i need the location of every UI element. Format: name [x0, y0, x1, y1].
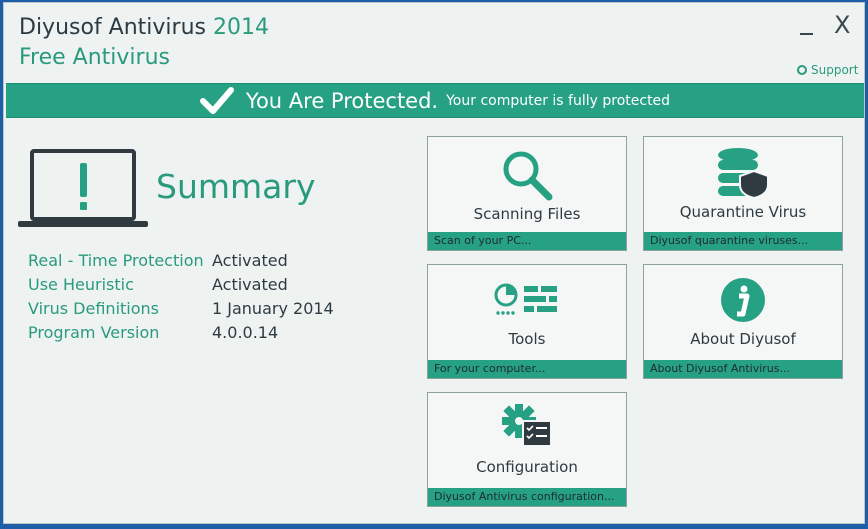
about-tile[interactable]: About Diyusof About Diyusof Antivirus... — [643, 264, 843, 379]
tile-footer: For your computer... — [428, 360, 626, 378]
protection-banner: You Are Protected. Your computer is full… — [6, 83, 864, 118]
info-label: Virus Definitions — [28, 298, 159, 318]
database-shield-icon — [718, 148, 769, 199]
info-label: Program Version — [28, 322, 160, 342]
summary-info: Real - Time Protection Activated Use Heu… — [28, 248, 334, 344]
info-row-definitions: Virus Definitions 1 January 2014 — [28, 296, 334, 320]
tile-footer: Diyusof Antivirus configuration... — [428, 488, 626, 506]
tile-label: Scanning Files — [473, 205, 581, 223]
tile-label: About Diyusof — [690, 330, 796, 348]
app-window: Diyusof Antivirus 2014 Free Antivirus X … — [3, 2, 865, 524]
app-title: Diyusof Antivirus 2014 — [19, 15, 269, 40]
tile-label: Configuration — [476, 458, 578, 476]
info-value: 1 January 2014 — [212, 298, 334, 318]
configuration-tile[interactable]: Configuration Diyusof Antivirus configur… — [427, 392, 627, 507]
info-row-version: Program Version 4.0.0.14 — [28, 320, 334, 344]
tile-footer: About Diyusof Antivirus... — [644, 360, 842, 378]
scanning-files-tile[interactable]: Scanning Files Scan of your PC... — [427, 136, 627, 251]
laptop-warning-icon — [18, 149, 148, 227]
tools-tile[interactable]: Tools For your computer... — [427, 264, 627, 379]
info-row-heuristic: Use Heuristic Activated — [28, 272, 334, 296]
protection-detail: Your computer is fully protected — [446, 92, 671, 109]
info-value: Activated — [212, 274, 288, 294]
tools-icon — [494, 283, 557, 315]
tile-label: Quarantine Virus — [679, 203, 807, 221]
info-value: Activated — [212, 250, 288, 270]
minimize-button[interactable] — [800, 15, 814, 35]
app-title-name: Diyusof Antivirus — [19, 15, 206, 40]
app-title-year: 2014 — [213, 15, 269, 40]
magnifier-icon — [503, 151, 553, 201]
checkmark-icon — [199, 86, 234, 114]
protection-status: You Are Protected. — [245, 88, 439, 113]
tile-label: Tools — [508, 330, 546, 348]
app-subtitle: Free Antivirus — [19, 45, 170, 70]
info-label: Real - Time Protection — [28, 250, 204, 270]
info-label: Use Heuristic — [28, 274, 134, 294]
close-button[interactable]: X — [834, 13, 850, 37]
support-label: Support — [811, 63, 859, 77]
tile-footer: Scan of your PC... — [428, 232, 626, 250]
info-icon — [721, 278, 765, 322]
info-value: 4.0.0.14 — [212, 322, 279, 342]
gear-checklist-icon — [502, 404, 552, 447]
info-row-realtime: Real - Time Protection Activated — [28, 248, 334, 272]
support-link[interactable]: Support — [797, 63, 858, 77]
support-icon — [797, 65, 807, 75]
summary-title: Summary — [156, 167, 316, 206]
quarantine-virus-tile[interactable]: Quarantine Virus Diyusof quarantine viru… — [643, 136, 843, 251]
tile-footer: Diyusof quarantine viruses... — [644, 232, 842, 250]
